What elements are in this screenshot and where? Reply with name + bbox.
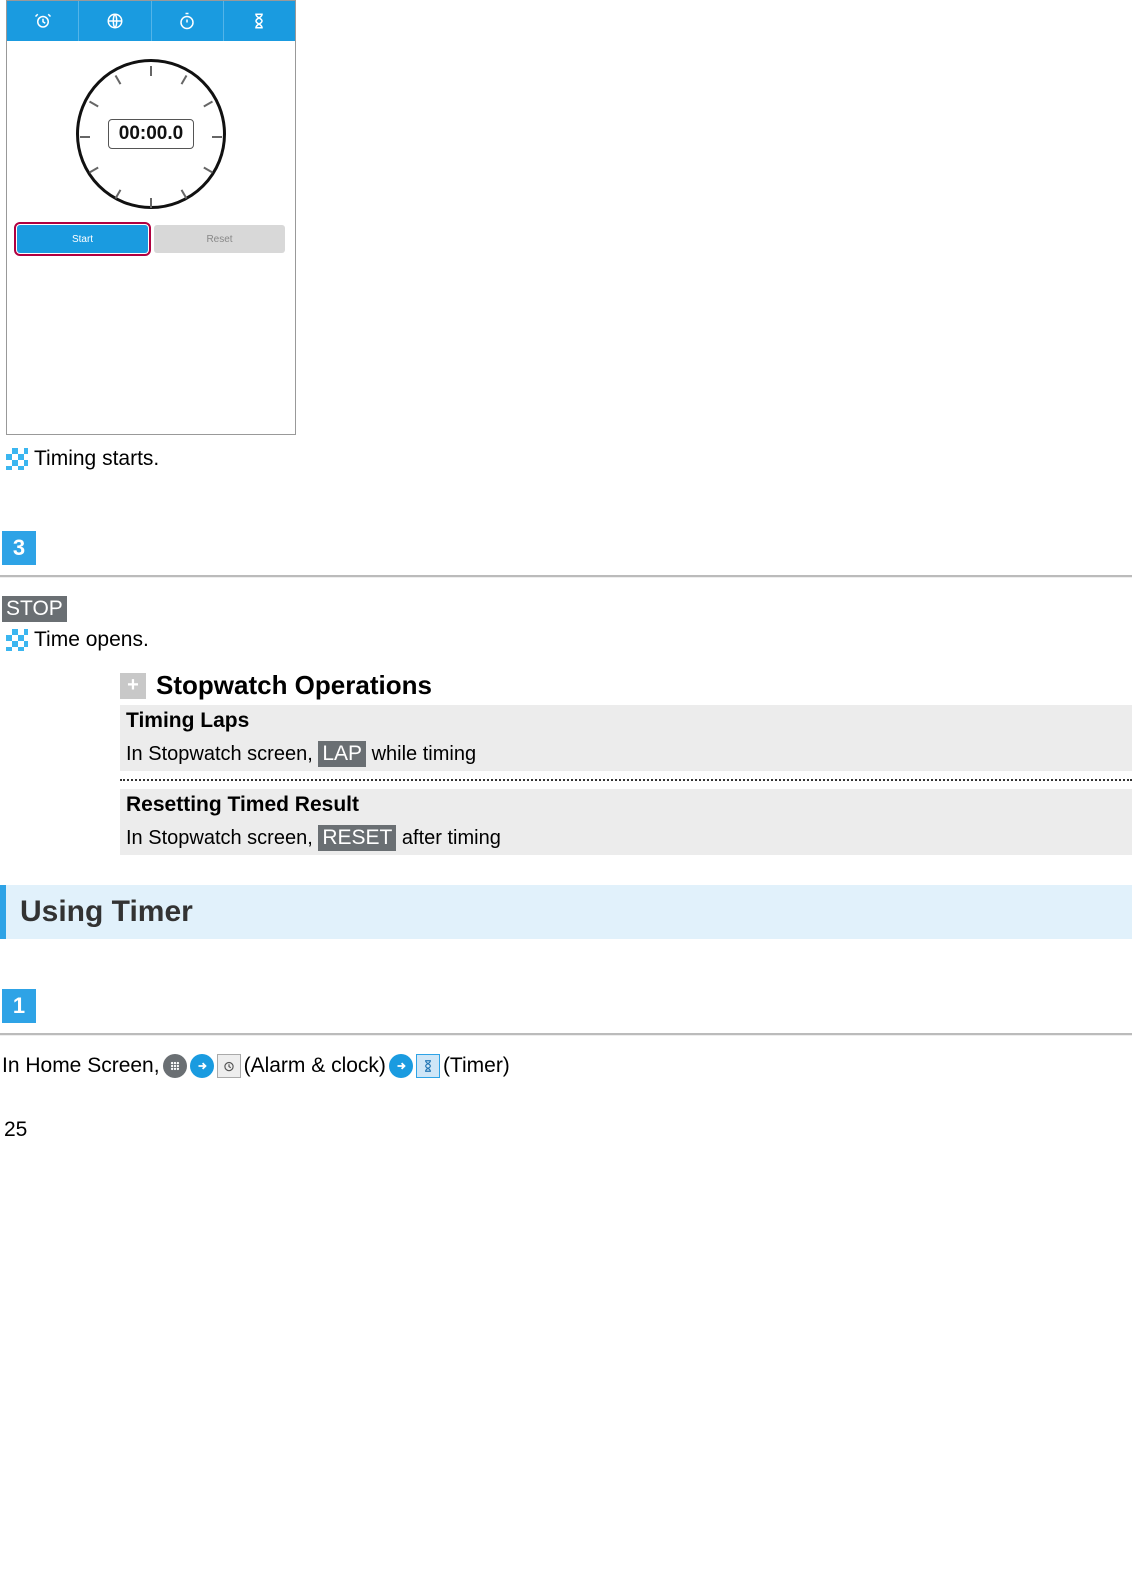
ops-laps-desc: In Stopwatch screen, LAP while timing (120, 737, 1132, 771)
timer-tab-icon[interactable] (416, 1054, 440, 1078)
tab-world-clock[interactable] (79, 1, 151, 41)
tab-alarm[interactable] (7, 1, 79, 41)
ops-text: In Stopwatch screen, (126, 827, 318, 849)
stopwatch-face-area: 00:00.0 (7, 41, 295, 221)
ops-reset-desc: In Stopwatch screen, RESET after timing (120, 821, 1132, 855)
reset-button-chip[interactable]: RESET (318, 825, 396, 851)
plus-icon: + (120, 673, 146, 699)
alarm-clock-app-icon[interactable] (217, 1054, 241, 1078)
lap-button-chip[interactable]: LAP (318, 741, 366, 767)
ops-title: Stopwatch Operations (156, 670, 432, 701)
flow-text: (Timer) (443, 1054, 510, 1078)
phone-start-button[interactable]: Start (17, 225, 148, 253)
flow-text: In Home Screen, (2, 1054, 160, 1078)
timer-step-1-instruction: In Home Screen, (Alarm & clock) (Timer) (2, 1054, 1132, 1078)
result-text: Time opens. (34, 628, 149, 651)
clock-time-display: 00:00.0 (108, 119, 194, 149)
result-text: Timing starts. (34, 447, 159, 470)
flow-text: (Alarm & clock) (244, 1054, 386, 1078)
step-1-badge: 1 (2, 989, 36, 1023)
arrow-right-icon (190, 1054, 214, 1078)
step-3-divider (0, 575, 1132, 578)
arrow-right-icon (389, 1054, 413, 1078)
ops-text: after timing (396, 827, 500, 849)
ops-separator (120, 779, 1132, 781)
tab-stopwatch[interactable] (152, 1, 224, 41)
phone-screenshot: 00:00.0 Start Reset (6, 0, 296, 435)
globe-icon (106, 12, 124, 30)
clock-face: 00:00.0 (76, 59, 226, 209)
result-timing-starts: Timing starts. (6, 447, 1132, 471)
phone-buttons: Start Reset (7, 221, 295, 257)
phone-tabbar (7, 1, 295, 41)
hourglass-icon (250, 12, 268, 30)
ops-text: while timing (366, 743, 476, 765)
stopwatch-operations-box: + Stopwatch Operations Timing Laps In St… (120, 670, 1132, 855)
apps-icon[interactable] (163, 1054, 187, 1078)
step-3-badge: 3 (2, 531, 36, 565)
checkered-flag-icon (6, 629, 28, 651)
alarm-icon (34, 12, 52, 30)
ops-text: In Stopwatch screen, (126, 743, 318, 765)
tab-timer[interactable] (224, 1, 295, 41)
step-1-divider (0, 1033, 1132, 1036)
page-number: 25 (4, 1118, 1132, 1142)
stopwatch-icon (178, 12, 196, 30)
phone-reset-button[interactable]: Reset (154, 225, 285, 253)
result-time-opens: Time opens. (6, 628, 1132, 652)
stop-button-chip[interactable]: STOP (2, 596, 67, 622)
ops-laps-heading: Timing Laps (120, 705, 1132, 737)
ops-reset-heading: Resetting Timed Result (120, 789, 1132, 821)
checkered-flag-icon (6, 448, 28, 470)
section-using-timer: Using Timer (0, 885, 1132, 939)
